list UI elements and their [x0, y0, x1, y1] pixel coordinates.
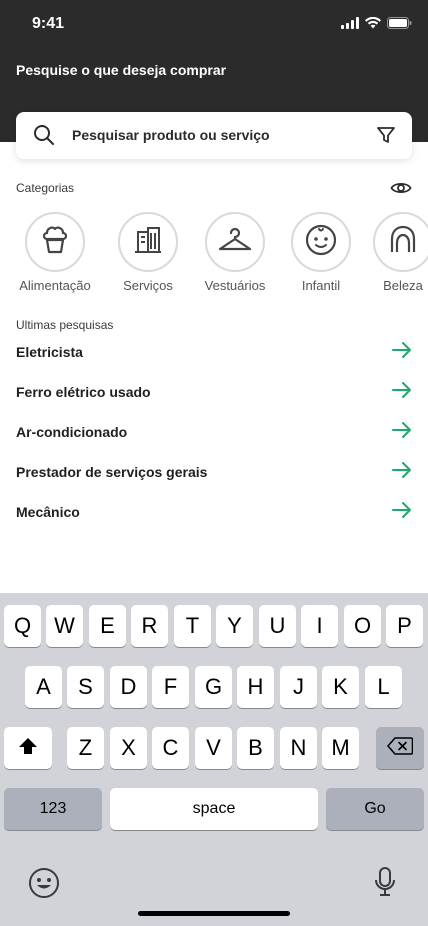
key-z[interactable]: Z [67, 727, 104, 769]
shift-icon [18, 735, 38, 761]
numbers-key[interactable]: 123 [4, 788, 102, 830]
key-h[interactable]: H [237, 666, 274, 708]
key-b[interactable]: B [237, 727, 274, 769]
building-icon [131, 223, 165, 262]
recent-item-label: Prestador de serviços gerais [16, 464, 208, 480]
key-m[interactable]: M [322, 727, 359, 769]
category-label: Alimentação [19, 278, 91, 293]
page-title: Pesquise o que deseja comprar [16, 62, 227, 78]
battery-icon [387, 16, 412, 34]
signal-icon [341, 16, 359, 34]
key-x[interactable]: X [110, 727, 147, 769]
emoji-icon[interactable] [28, 867, 60, 904]
search-bar[interactable]: Pesquisar produto ou serviço [16, 112, 412, 159]
categories-title: Categorias [16, 181, 75, 195]
key-d[interactable]: D [110, 666, 147, 708]
arrow-right-icon[interactable] [392, 341, 412, 363]
status-icons [341, 16, 412, 34]
category-beleza[interactable]: Beleza [358, 212, 428, 293]
category-alimentacao[interactable]: Alimentação [10, 212, 100, 293]
key-r[interactable]: R [131, 605, 168, 647]
cupcake-icon [38, 223, 72, 262]
arrow-right-icon[interactable] [392, 501, 412, 523]
category-infantil[interactable]: Infantil [276, 212, 366, 293]
shift-key[interactable] [4, 727, 52, 769]
recent-item[interactable]: Ar-condicionado [16, 420, 412, 444]
categories-carousel[interactable]: Alimentação Serviços Vestuários Infantil [0, 212, 428, 302]
category-label: Vestuários [204, 278, 266, 293]
baby-icon [304, 223, 338, 262]
category-label: Infantil [301, 278, 341, 293]
key-j[interactable]: J [280, 666, 317, 708]
key-p[interactable]: P [386, 605, 423, 647]
recent-item[interactable]: Prestador de serviços gerais [16, 460, 412, 484]
status-time: 9:41 [32, 15, 65, 32]
search-input[interactable]: Pesquisar produto ou serviço [72, 127, 270, 143]
key-n[interactable]: N [280, 727, 317, 769]
key-s[interactable]: S [67, 666, 104, 708]
key-e[interactable]: E [89, 605, 126, 647]
category-label: Serviços [123, 278, 173, 293]
recent-item[interactable]: Eletricista [16, 340, 412, 364]
recent-item-label: Mecânico [16, 504, 80, 520]
search-icon [33, 124, 55, 151]
wifi-icon [365, 16, 381, 34]
recent-item[interactable]: Mecânico [16, 500, 412, 524]
arrow-right-icon[interactable] [392, 421, 412, 443]
keyboard: Q W E R T Y U I O P A S D F G H J K L Z … [0, 593, 428, 926]
key-k[interactable]: K [322, 666, 359, 708]
hanger-icon [217, 225, 253, 260]
eye-icon[interactable] [390, 178, 412, 203]
key-f[interactable]: F [152, 666, 189, 708]
space-key[interactable]: space [110, 788, 318, 830]
go-key[interactable]: Go [326, 788, 424, 830]
recent-title: Ultimas pesquisas [16, 318, 114, 332]
key-g[interactable]: G [195, 666, 232, 708]
recent-item-label: Ferro elétrico usado [16, 384, 151, 400]
key-c[interactable]: C [152, 727, 189, 769]
backspace-icon [387, 735, 414, 761]
key-v[interactable]: V [195, 727, 232, 769]
key-q[interactable]: Q [4, 605, 41, 647]
recent-item[interactable]: Ferro elétrico usado [16, 380, 412, 404]
microphone-icon[interactable] [374, 866, 396, 903]
key-l[interactable]: L [365, 666, 402, 708]
category-vestuarios[interactable]: Vestuários [190, 212, 280, 293]
key-y[interactable]: Y [216, 605, 253, 647]
recent-item-label: Eletricista [16, 344, 83, 360]
backspace-key[interactable] [376, 727, 424, 769]
arrow-right-icon[interactable] [392, 381, 412, 403]
filter-icon[interactable] [376, 125, 396, 150]
key-u[interactable]: U [259, 605, 296, 647]
home-indicator [138, 911, 290, 916]
key-w[interactable]: W [46, 605, 83, 647]
category-label: Beleza [383, 278, 423, 293]
beauty-icon [386, 223, 420, 262]
key-o[interactable]: O [344, 605, 381, 647]
key-i[interactable]: I [301, 605, 338, 647]
category-servicos[interactable]: Serviços [103, 212, 193, 293]
arrow-right-icon[interactable] [392, 461, 412, 483]
key-a[interactable]: A [25, 666, 62, 708]
recent-item-label: Ar-condicionado [16, 424, 128, 440]
key-t[interactable]: T [174, 605, 211, 647]
